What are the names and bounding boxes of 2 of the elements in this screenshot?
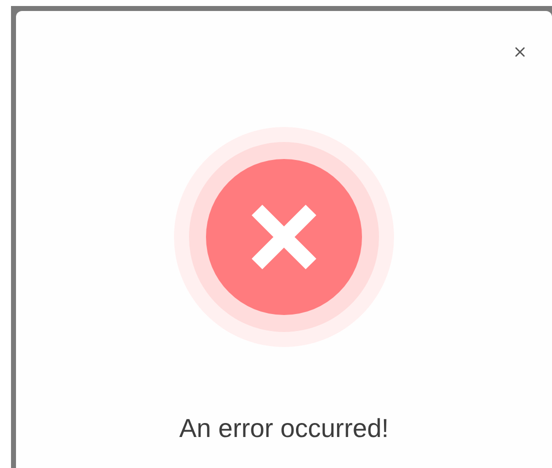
error-icon: [173, 126, 395, 348]
error-message: An error occurred!: [179, 413, 389, 444]
